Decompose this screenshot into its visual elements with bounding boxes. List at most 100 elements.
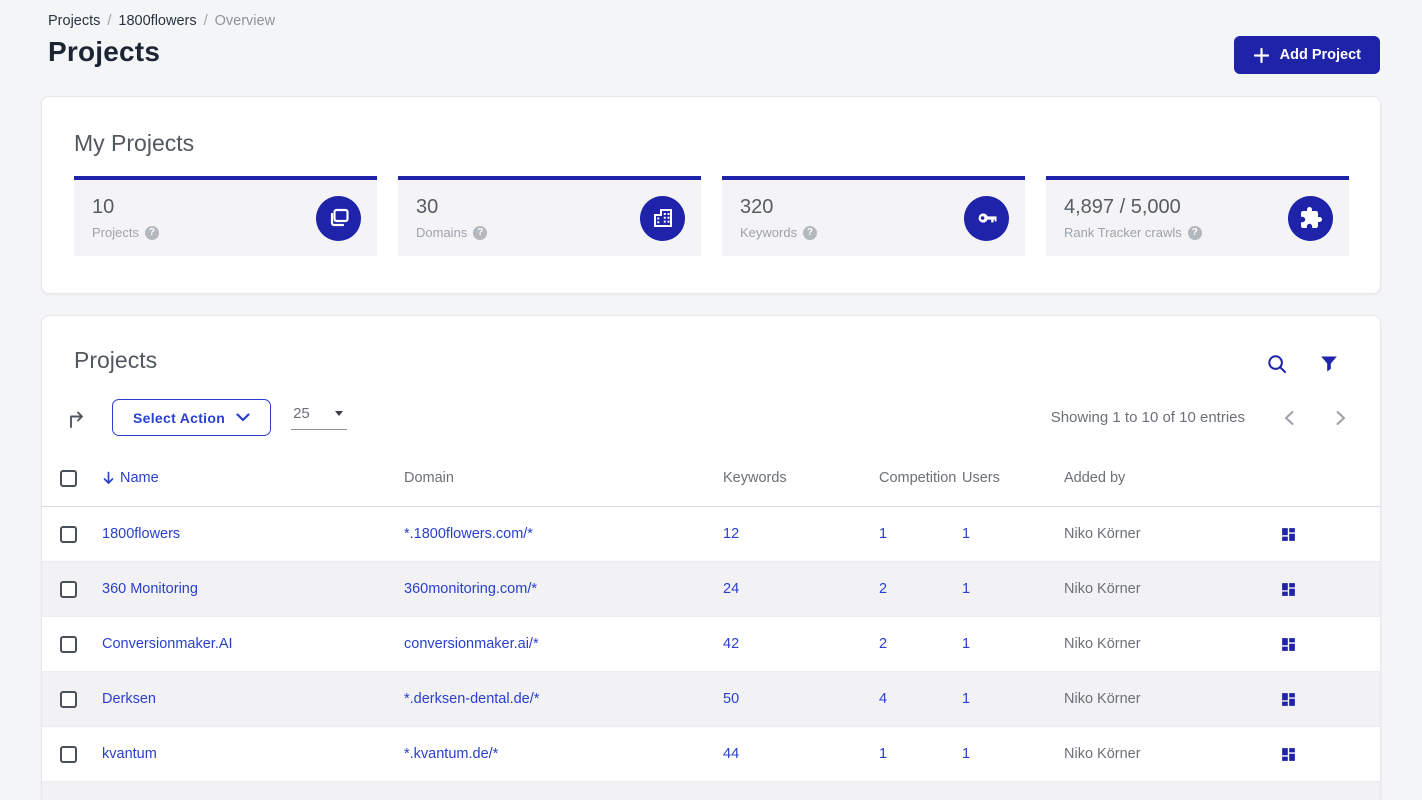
my-projects-title: My Projects [74, 130, 195, 156]
project-competition-value[interactable]: 2 [879, 581, 962, 597]
stat-keywords-value: 320 [740, 196, 774, 218]
stat-domains-value: 30 [416, 196, 439, 218]
project-competition-value[interactable]: 1 [879, 746, 962, 762]
search-icon [1267, 354, 1287, 374]
row-checkbox[interactable] [60, 525, 77, 543]
select-action-label: Select Action [133, 409, 226, 426]
table-row: Conversionmaker.AI conversionmaker.ai/* … [42, 617, 1380, 672]
chevron-down-icon [236, 413, 250, 422]
project-domain-link[interactable]: *.derksen-dental.de/* [404, 691, 723, 707]
pagination-prev-button[interactable] [1283, 410, 1295, 426]
project-keywords-value[interactable]: 42 [723, 636, 879, 652]
project-keywords-value[interactable]: 24 [723, 581, 879, 597]
open-dashboard-button[interactable] [1280, 636, 1297, 653]
project-users-value[interactable]: 1 [962, 636, 1064, 652]
page-size-select[interactable]: 25 [291, 405, 348, 430]
column-header-name-label: Name [120, 470, 159, 486]
breadcrumb: Projects / 1800flowers / Overview [48, 13, 1380, 29]
project-users-value[interactable]: 1 [962, 581, 1064, 597]
puzzle-icon [1288, 195, 1333, 241]
page-size-value: 25 [293, 405, 310, 422]
project-domain-link[interactable]: conversionmaker.ai/* [404, 636, 723, 652]
filter-icon [1320, 355, 1338, 373]
project-users-value[interactable]: 1 [962, 526, 1064, 542]
row-checkbox[interactable] [60, 580, 77, 598]
stat-keywords: 320 Keywords ? [722, 176, 1025, 256]
project-added-by: Niko Körner [1064, 636, 1141, 652]
row-checkbox[interactable] [60, 745, 77, 763]
row-checkbox[interactable] [60, 635, 77, 653]
project-competition-value[interactable]: 4 [879, 691, 962, 707]
table-row: 1800flowers *.1800flowers.com/* 12 1 1 N… [42, 507, 1380, 562]
project-added-by: Niko Körner [1064, 581, 1141, 597]
breadcrumb-separator: / [203, 13, 208, 29]
table-row: Derksen *.derksen-dental.de/* 50 4 1 Nik… [42, 672, 1380, 727]
filter-button[interactable] [1320, 355, 1338, 373]
dashboard-icon [1280, 636, 1297, 653]
breadcrumb-projects[interactable]: Projects [48, 13, 100, 29]
column-header-users[interactable]: Users [962, 470, 1064, 486]
open-dashboard-button[interactable] [1280, 581, 1297, 598]
add-project-button[interactable]: Add Project [1233, 36, 1380, 74]
stat-projects: 10 Projects ? [74, 176, 377, 256]
column-header-competition[interactable]: Competition [879, 470, 962, 486]
select-all-checkbox[interactable] [60, 469, 77, 487]
column-header-added-by[interactable]: Added by [1064, 470, 1263, 486]
showing-entries-text: Showing 1 to 10 of 10 entries [1050, 409, 1245, 426]
column-header-keywords[interactable]: Keywords [723, 470, 879, 486]
project-competition-value[interactable]: 1 [879, 526, 962, 542]
project-keywords-value[interactable]: 12 [723, 526, 879, 542]
plus-icon [1253, 47, 1270, 64]
open-dashboard-button[interactable] [1280, 691, 1297, 708]
select-action-dropdown[interactable]: Select Action [112, 399, 272, 436]
pagination-next-button[interactable] [1335, 410, 1347, 426]
project-name-link[interactable]: kvantum [102, 746, 404, 762]
help-icon[interactable]: ? [1187, 225, 1202, 240]
export-arrow-icon [66, 407, 87, 428]
project-name-link[interactable]: 360 Monitoring [102, 581, 404, 597]
breadcrumb-overview: Overview [214, 13, 276, 29]
search-button[interactable] [1267, 354, 1287, 374]
stat-domains: 30 Domains ? [398, 176, 701, 256]
projects-panel: Projects Select Action 25 Showing 1 to 1… [41, 315, 1381, 800]
project-added-by: Niko Körner [1064, 526, 1141, 542]
breadcrumb-1800flowers[interactable]: 1800flowers [118, 13, 196, 29]
project-users-value[interactable]: 1 [962, 746, 1064, 762]
stat-keywords-label: Keywords [740, 225, 798, 240]
add-project-label: Add Project [1279, 47, 1361, 63]
dashboard-icon [1280, 581, 1297, 598]
dashboard-icon [1280, 691, 1297, 708]
project-users-value[interactable]: 1 [962, 691, 1064, 707]
project-domain-link[interactable]: *.kvantum.de/* [404, 746, 723, 762]
project-added-by: Niko Körner [1064, 746, 1141, 762]
project-name-link[interactable]: 1800flowers [102, 526, 404, 542]
top-bar: Projects / 1800flowers / Overview Projec… [0, 0, 1422, 74]
open-dashboard-button[interactable] [1280, 526, 1297, 543]
stat-rank-tracker: 4,897 / 5,000 Rank Tracker crawls ? [1046, 176, 1349, 256]
page-title: Projects [48, 36, 161, 67]
building-icon [640, 195, 685, 241]
project-keywords-value[interactable]: 50 [723, 691, 879, 707]
column-header-name[interactable]: Name [102, 470, 404, 486]
project-domain-link[interactable]: 360monitoring.com/* [404, 581, 723, 597]
table-header-row: Name Domain Keywords Competition Users A… [42, 450, 1380, 507]
help-icon[interactable]: ? [144, 225, 159, 240]
project-name-link[interactable]: Derksen [102, 691, 404, 707]
open-dashboard-button[interactable] [1280, 746, 1297, 763]
stat-rank-tracker-value: 4,897 / 5,000 [1064, 196, 1181, 218]
project-competition-value[interactable]: 2 [879, 636, 962, 652]
stat-projects-value: 10 [92, 196, 115, 218]
stats-grid: 10 Projects ? 30 Domains ? 320 Keywords … [74, 176, 1349, 256]
project-name-link[interactable]: Conversionmaker.AI [102, 636, 404, 652]
row-checkbox[interactable] [60, 690, 77, 708]
project-keywords-value[interactable]: 44 [723, 746, 879, 762]
key-icon [964, 195, 1009, 241]
dashboard-icon [1280, 526, 1297, 543]
export-button[interactable] [66, 407, 87, 428]
help-icon[interactable]: ? [473, 225, 488, 240]
column-header-domain[interactable]: Domain [404, 470, 723, 486]
table-row: kvantum *.kvantum.de/* 44 1 1 Niko Körne… [42, 727, 1380, 782]
project-domain-link[interactable]: *.1800flowers.com/* [404, 526, 723, 542]
project-added-by: Niko Körner [1064, 691, 1141, 707]
help-icon[interactable]: ? [803, 225, 818, 240]
